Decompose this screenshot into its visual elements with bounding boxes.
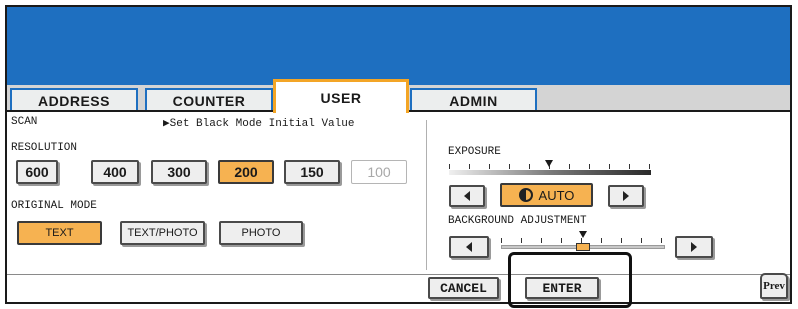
- resolution-600-button[interactable]: 600: [16, 160, 58, 184]
- exposure-scale: [449, 160, 651, 176]
- resolution-label: RESOLUTION: [11, 142, 78, 154]
- tab-admin[interactable]: ADMIN: [410, 88, 537, 111]
- resolution-200-button[interactable]: 200: [218, 160, 274, 184]
- tab-counter[interactable]: COUNTER: [145, 88, 273, 111]
- prev-button[interactable]: Prev: [760, 273, 788, 299]
- half-circle-icon: [518, 188, 533, 202]
- mode-text-photo-button[interactable]: TEXT/PHOTO: [120, 221, 205, 245]
- touch-panel-screen: ADDRESS COUNTER USER ADMIN SCAN ▶Set Bla…: [5, 5, 792, 304]
- section-title: SCAN: [11, 116, 38, 128]
- exposure-increase-button[interactable]: [608, 185, 644, 207]
- resolution-300-button[interactable]: 300: [151, 160, 207, 184]
- tab-address[interactable]: ADDRESS: [10, 88, 138, 111]
- section-subtitle: ▶Set Black Mode Initial Value: [163, 118, 355, 130]
- background-adjustment-label: BACKGROUND ADJUSTMENT: [448, 215, 587, 227]
- exposure-label: EXPOSURE: [448, 146, 501, 158]
- mode-text-button[interactable]: TEXT: [17, 221, 102, 245]
- cancel-button[interactable]: CANCEL: [428, 277, 499, 299]
- exposure-gradient-bar: [449, 170, 651, 175]
- background-increase-button[interactable]: [675, 236, 713, 258]
- footer-bar: CANCEL ENTER Prev: [7, 273, 790, 302]
- resolution-400-button[interactable]: 400: [91, 160, 139, 184]
- exposure-auto-button[interactable]: AUTO: [500, 183, 593, 207]
- exposure-decrease-button[interactable]: [449, 185, 485, 207]
- background-decrease-button[interactable]: [449, 236, 489, 258]
- resolution-100-button: 100: [351, 160, 407, 184]
- arrow-right-icon: [623, 191, 629, 201]
- arrow-right-icon: [691, 242, 697, 252]
- background-level-marker: [579, 231, 587, 238]
- resolution-150-button[interactable]: 150: [284, 160, 340, 184]
- background-level-handle[interactable]: [576, 243, 590, 251]
- mode-photo-button[interactable]: PHOTO: [219, 221, 303, 245]
- arrow-left-icon: [464, 191, 470, 201]
- background-adjustment-scale: [501, 231, 665, 254]
- arrow-left-icon: [466, 242, 472, 252]
- exposure-level-marker: [545, 160, 553, 167]
- tab-user[interactable]: USER: [273, 79, 409, 113]
- section-divider: [426, 120, 427, 270]
- settings-panel: SCAN ▶Set Black Mode Initial Value RESOL…: [7, 110, 790, 274]
- header-banner: [7, 7, 790, 85]
- original-mode-label: ORIGINAL MODE: [11, 200, 97, 212]
- exposure-auto-label: AUTO: [538, 187, 575, 203]
- enter-button[interactable]: ENTER: [525, 277, 599, 299]
